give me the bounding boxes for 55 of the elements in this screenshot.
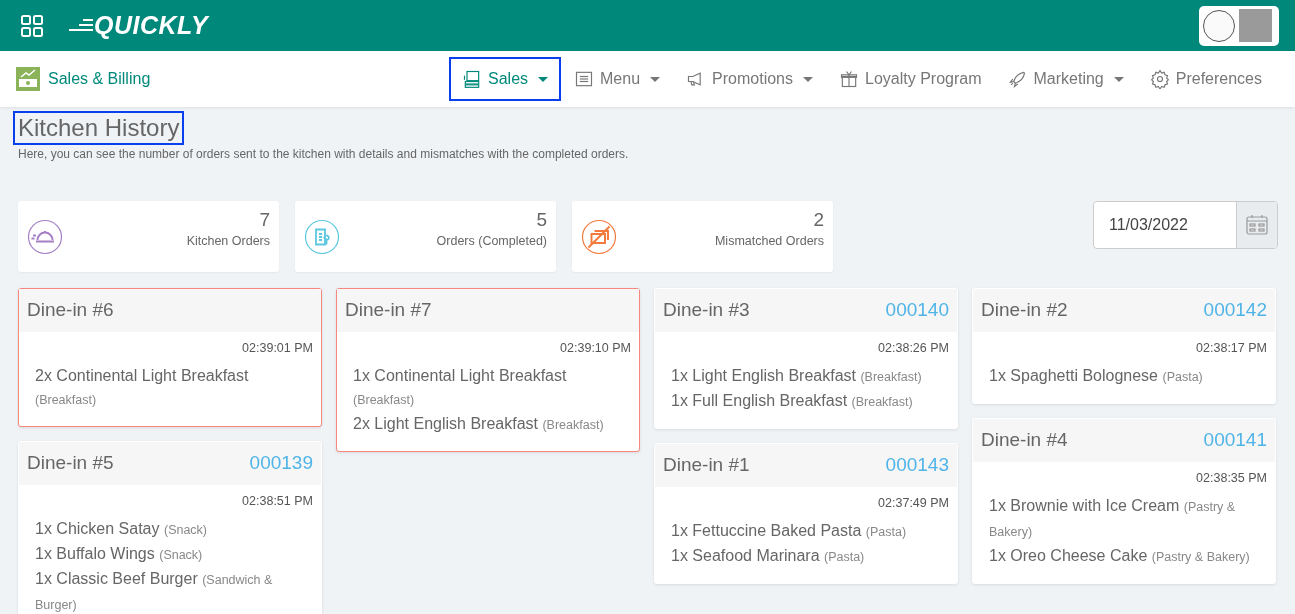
order-item: 1x Full English Breakfast (Breakfast): [671, 391, 913, 409]
list-icon: [574, 69, 595, 89]
stat-value: 5: [535, 209, 547, 232]
nav-link[interactable]: Sales: [449, 57, 562, 101]
stat-label: Mismatched Orders: [714, 232, 824, 250]
order-item: 1x Brownie with Ice Cream (Pastry & Bakery): [989, 496, 1236, 539]
calendar-icon: [1245, 213, 1269, 237]
nav-link[interactable]: Marketing: [994, 57, 1137, 101]
nav-link[interactable]: Loyalty Program: [826, 57, 995, 101]
app-logo: QUICKLY: [94, 9, 209, 41]
order-title: Dine-in #2: [981, 298, 1068, 323]
order-time: 02:39:10 PM: [559, 340, 632, 357]
stat-label: Orders (Completed): [436, 232, 547, 250]
order-item: 1x Fettuccine Baked Pasta (Pasta): [671, 521, 907, 539]
settings-icon: [1149, 69, 1170, 89]
order-time: 02:38:17 PM: [1195, 340, 1268, 357]
order-time: 02:37:49 PM: [877, 494, 950, 512]
account-button[interactable]: [1199, 5, 1279, 46]
page-description: Here, you can see the number of orders sent to the kitchen with details and mismatches with the completed orders.: [18, 146, 630, 163]
order-item: 1x Continental Light Breakfast (Breakfast): [353, 366, 567, 407]
order-item: 2x Continental Light Breakfast (Breakfast): [35, 366, 249, 407]
order-title: Dine-in #6: [27, 298, 114, 323]
avatar-placeholder: [1239, 9, 1272, 42]
order-title: Dine-in #1: [663, 453, 750, 477]
nav-link[interactable]: Preferences: [1136, 57, 1275, 101]
order-item: 1x Buffalo Wings (Snack): [35, 544, 203, 562]
page-title: Kitchen History: [13, 111, 185, 145]
order-title: Dine-in #5: [27, 451, 114, 475]
order-time: 02:38:51 PM: [241, 492, 314, 510]
order-item: 1x Chicken Satay (Snack): [35, 519, 208, 537]
apps-grid-icon[interactable]: [20, 13, 44, 38]
order-time: 02:38:35 PM: [1195, 469, 1268, 487]
stat-value: 7: [258, 209, 270, 232]
order-item: 1x Seafood Marinara (Pasta): [671, 546, 865, 564]
register-icon: [462, 69, 482, 89]
nav-link[interactable]: Menu: [561, 57, 674, 101]
order-title: Dine-in #4: [981, 428, 1068, 452]
order-item: 1x Oreo Cheese Cake (Pastry & Bakery): [989, 546, 1250, 564]
rocket-icon: [1007, 69, 1028, 89]
date-field[interactable]: 11/03/2022: [1093, 201, 1278, 249]
order-item: 1x Light English Breakfast (Breakfast): [671, 366, 922, 384]
restaurant-logo-placeholder: [1203, 9, 1235, 42]
order-time: 02:39:01 PM: [241, 340, 314, 357]
nav-link[interactable]: Promotions: [673, 57, 826, 101]
order-title: Dine-in #7: [345, 298, 432, 323]
section-title[interactable]: Sales & Billing: [48, 67, 151, 91]
order-item: 1x Spaghetti Bolognese (Pasta): [989, 366, 1203, 384]
order-item: 1x Classic Beef Burger (Sandwich & Burger): [35, 569, 273, 612]
order-title: Dine-in #3: [663, 298, 750, 323]
order-item: 2x Light English Breakfast (Breakfast): [353, 414, 604, 432]
order-time: 02:38:26 PM: [877, 340, 950, 357]
stat-label: Kitchen Orders: [186, 232, 270, 250]
cash-register-icon: [16, 67, 40, 91]
stat-value: 2: [812, 209, 824, 232]
gift-icon: [839, 69, 859, 89]
